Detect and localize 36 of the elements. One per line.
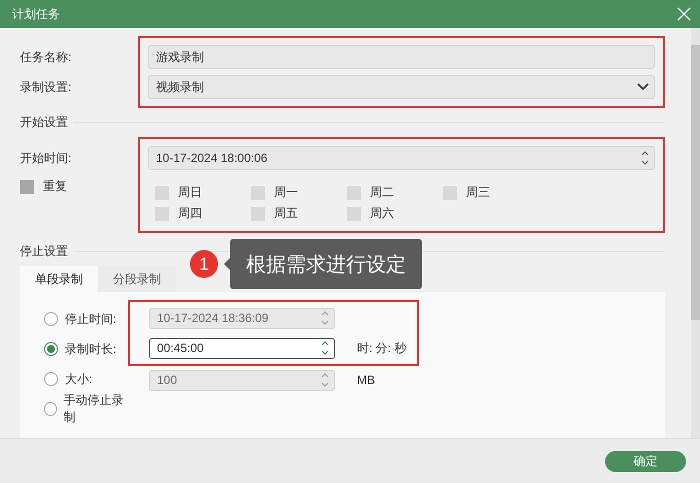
dropdown[interactable]: 视频录制 bbox=[148, 75, 655, 99]
field-label: 任务名称: bbox=[20, 49, 72, 66]
field-label: 录制设置: bbox=[20, 79, 72, 96]
scrollbar[interactable] bbox=[691, 28, 700, 438]
close-icon[interactable] bbox=[676, 6, 692, 22]
weekday-checkbox[interactable]: 周四 bbox=[155, 203, 251, 224]
field-label: 开始时间: bbox=[20, 150, 72, 167]
input-field[interactable]: 10-17-2024 18:36:09 bbox=[149, 308, 335, 328]
repeat-checkbox[interactable]: 重复 bbox=[20, 176, 138, 197]
weekday-checkbox[interactable]: 周二 bbox=[347, 182, 443, 203]
weekday-checkbox[interactable]: 周一 bbox=[251, 182, 347, 203]
confirm-button[interactable]: 确定 bbox=[605, 450, 686, 472]
radio-option[interactable]: 手动停止录制 bbox=[44, 394, 128, 424]
weekday-checkbox[interactable]: 周三 bbox=[443, 182, 539, 203]
input-field[interactable]: 游戏录制 bbox=[148, 45, 655, 69]
unit-label: MB bbox=[357, 373, 375, 387]
radio-option[interactable]: 大小: bbox=[44, 364, 128, 394]
input-field[interactable]: 100 bbox=[149, 370, 335, 390]
weekday-checkbox[interactable]: 周日 bbox=[155, 182, 251, 203]
window-title: 计划任务 bbox=[12, 6, 60, 22]
weekday-checkbox[interactable]: 周六 bbox=[347, 203, 443, 224]
unit-label: 时: 分: 秒 bbox=[357, 340, 406, 356]
tab[interactable]: 分段录制 bbox=[98, 266, 176, 292]
radio-option[interactable]: 停止时间: bbox=[44, 304, 128, 334]
step-badge: 1 bbox=[190, 250, 218, 278]
spinner-arrows-icon[interactable] bbox=[640, 150, 650, 166]
chevron-down-icon bbox=[636, 82, 650, 92]
section-title: 开始设置 bbox=[20, 114, 68, 131]
date-time-field[interactable]: 10-17-2024 18:00:06 bbox=[148, 146, 655, 170]
spinner-arrows-icon[interactable] bbox=[320, 340, 330, 356]
section-title: 停止设置 bbox=[20, 243, 68, 260]
callout-label: 根据需求进行设定 bbox=[224, 239, 422, 289]
weekday-checkbox[interactable]: 周五 bbox=[251, 203, 347, 224]
radio-option[interactable]: 录制时长: bbox=[44, 334, 128, 364]
tab[interactable]: 单段录制 bbox=[20, 266, 98, 292]
input-field[interactable]: 00:45:00 bbox=[149, 338, 335, 358]
